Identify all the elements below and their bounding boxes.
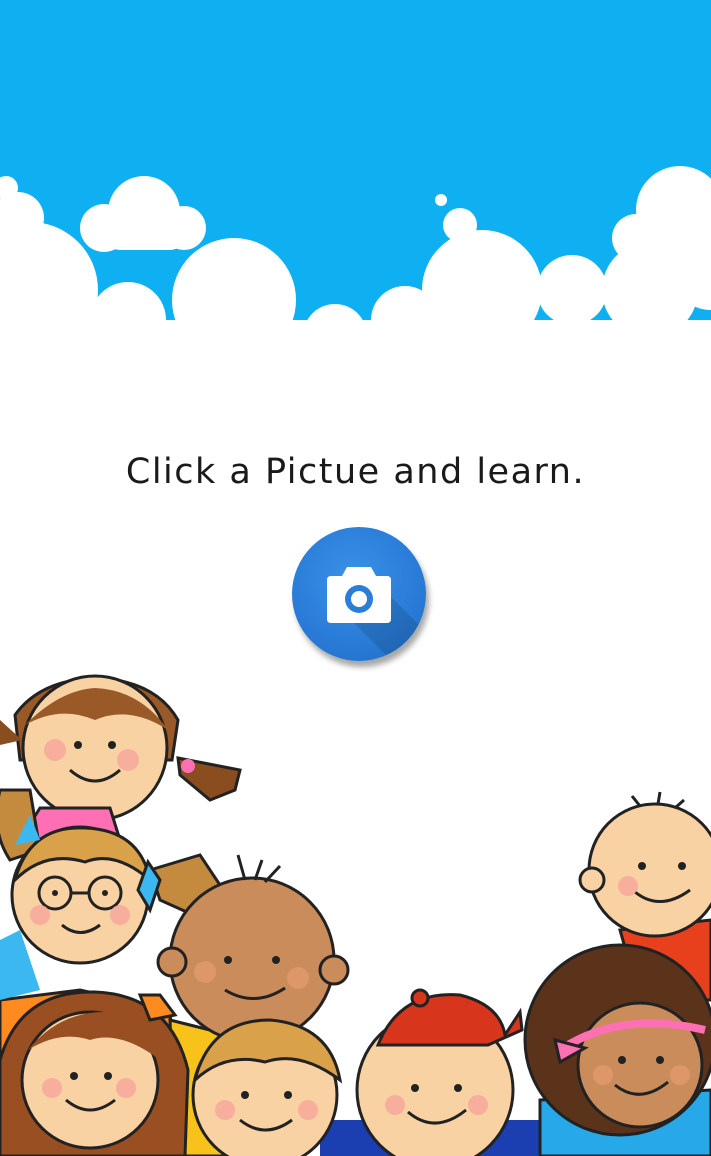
take-picture-button[interactable] — [292, 527, 426, 661]
app-screen: Click a Pictue and learn. .ol { stroke: … — [0, 0, 711, 1156]
page-title: Click a Pictue and learn. — [125, 452, 586, 492]
cloud-decoration — [0, 166, 711, 360]
camera-icon — [327, 567, 391, 623]
kids-illustration: .ol { stroke: #222; stroke-width: 3; } — [0, 674, 711, 1156]
